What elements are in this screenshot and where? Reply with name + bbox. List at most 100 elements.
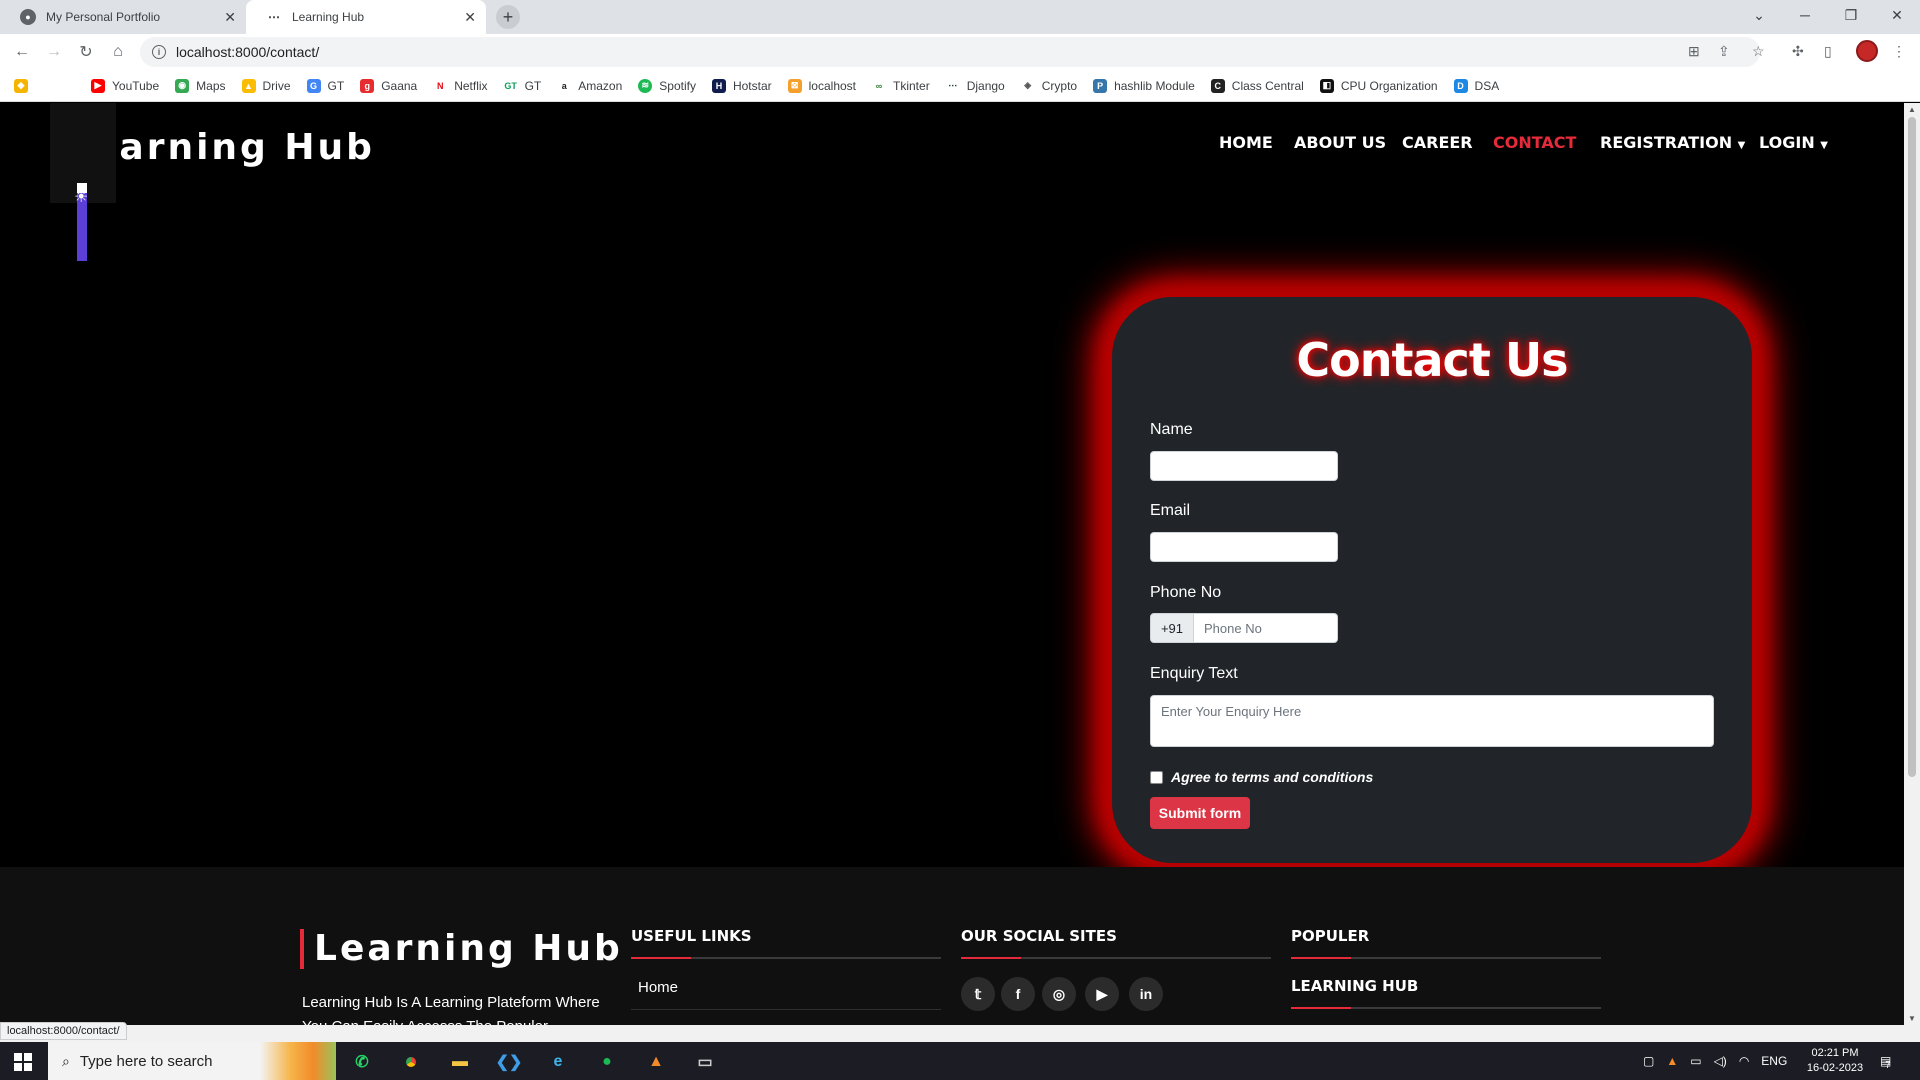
close-tab-icon[interactable]: ✕ (464, 9, 476, 26)
wifi-icon[interactable]: ◠ (1739, 1054, 1749, 1068)
new-tab-button[interactable]: + (496, 5, 520, 29)
scroll-down-icon[interactable]: ▼ (1908, 1014, 1916, 1023)
reload-icon[interactable]: ↻ (74, 40, 98, 64)
bookmark-label: hashlib Module (1114, 78, 1195, 93)
horizontal-scrollbar[interactable] (0, 1025, 1920, 1042)
windows-start-icon[interactable] (14, 1053, 32, 1071)
tab-search-icon[interactable]: ⌄ (1736, 0, 1782, 30)
submit-button[interactable]: Submit form (1150, 797, 1250, 829)
language-indicator[interactable]: ENG (1761, 1054, 1787, 1068)
bookmark-class-central[interactable]: C Class Central (1210, 78, 1304, 93)
instagram-icon[interactable]: ◎ (1042, 977, 1076, 1011)
netflix-icon: N (433, 78, 448, 93)
bookmark-gaana[interactable]: g Gaana (360, 78, 417, 93)
bookmark-cpu-organization[interactable]: ◧ CPU Organization (1319, 78, 1438, 93)
address-bar[interactable]: i localhost:8000/contact/ (140, 37, 1760, 67)
tray-icons: ▢ ▲ ▭ ◁) ◠ ENG (1643, 1042, 1787, 1080)
bookmark-localhost[interactable]: ⊠ localhost (787, 78, 856, 93)
bookmark-netflix[interactable]: N Netflix (433, 78, 488, 93)
site-logo[interactable]: earning Hub (92, 127, 375, 168)
vlc-tray-icon[interactable]: ▲ (1666, 1054, 1678, 1068)
vertical-scrollbar[interactable]: ▲ ▼ (1904, 103, 1920, 1025)
extensions-icon[interactable]: ✣ (1792, 43, 1804, 60)
enquiry-textarea[interactable]: Enter Your Enquiry Here (1150, 695, 1714, 747)
nav-contact[interactable]: CONTACT (1493, 133, 1576, 152)
forward-icon[interactable]: → (42, 40, 66, 64)
bookmark-youtube[interactable]: ▶ YouTube (91, 78, 159, 93)
youtube-icon[interactable]: ▶ (1085, 977, 1119, 1011)
name-input[interactable] (1150, 451, 1338, 481)
bookmark-gt[interactable]: G GT (306, 78, 344, 93)
nav-career[interactable]: CAREER (1402, 133, 1473, 152)
vlc-icon[interactable]: ▲ (640, 1046, 672, 1078)
twitter-icon[interactable]: 𝕥 (961, 977, 995, 1011)
nav-login-label: LOGIN (1759, 133, 1815, 152)
django-icon: ⋯ (945, 78, 960, 93)
agree-checkbox[interactable] (1150, 770, 1163, 784)
nav-home[interactable]: HOME (1219, 133, 1273, 152)
back-icon[interactable]: ← (10, 40, 34, 64)
bookmark-star-icon[interactable]: ☆ (1752, 43, 1765, 60)
nav-registration[interactable]: REGISTRATION ▼ (1600, 133, 1745, 152)
scroll-up-icon[interactable]: ▲ (1908, 105, 1916, 114)
notification-center[interactable]: ▤ 7 (1880, 1042, 1891, 1080)
menu-icon[interactable]: ⋮ (1892, 43, 1906, 60)
volume-icon[interactable]: ◁) (1714, 1054, 1727, 1068)
profile-avatar[interactable] (1856, 40, 1878, 62)
minimize-button[interactable]: ─ (1782, 0, 1828, 30)
home-icon[interactable]: ⌂ (106, 40, 130, 64)
chrome-icon[interactable] (395, 1046, 427, 1078)
bookmark-dsa[interactable]: D DSA (1453, 78, 1499, 93)
scrollbar-thumb[interactable] (1908, 117, 1916, 777)
nav-about-us[interactable]: ABOUT US (1294, 133, 1386, 152)
tab-my-personal-portfolio[interactable]: ● My Personal Portfolio ✕ (0, 0, 246, 34)
localhost-icon: ⊠ (787, 78, 802, 93)
taskbar-search[interactable]: ⌕ Type here to search (48, 1042, 336, 1080)
bookmark-hashlib[interactable]: Phashlib Module (1093, 78, 1195, 93)
email-input[interactable] (1150, 532, 1338, 562)
whatsapp-icon[interactable]: ✆ (346, 1046, 378, 1078)
bookmark-hotstar[interactable]: H Hotstar (711, 78, 772, 93)
battery-icon[interactable]: ▭ (1690, 1054, 1701, 1068)
bookmark-label: Spotify (659, 78, 696, 93)
vscode-icon[interactable]: ❮❯ (493, 1046, 525, 1078)
terminal-icon[interactable]: ▭ (689, 1046, 721, 1078)
bookmark-django[interactable]: ⋯ Django (945, 78, 1005, 93)
file-explorer-icon[interactable]: ▬ (444, 1046, 476, 1078)
bookmark-label: Maps (196, 78, 226, 93)
agree-terms[interactable]: Agree to terms and conditions (1150, 769, 1373, 785)
bookmark-amazon[interactable]: a Amazon (557, 78, 622, 93)
notification-count: 7 (1885, 1060, 1891, 1070)
close-window-button[interactable]: ✕ (1874, 0, 1920, 30)
side-panel-icon[interactable]: ▯ (1824, 43, 1832, 60)
bookmark-label: CPU Organization (1340, 78, 1438, 93)
theme-toggle[interactable]: ☀ (50, 103, 116, 261)
close-tab-icon[interactable]: ✕ (224, 9, 236, 26)
footer-description: Learning Hub Is A Learning Plateform Whe… (302, 994, 600, 1025)
taskbar-clock[interactable]: 02:21 PM 16-02-2023 (1800, 1046, 1870, 1076)
translate-icon[interactable]: ⊞ (1688, 43, 1700, 60)
bookmark-spotify[interactable]: ≋ Spotify (638, 78, 696, 93)
linkedin-icon[interactable]: in (1129, 977, 1163, 1011)
browser-toolbar: ← → ↻ ⌂ i localhost:8000/contact/ ⊞ ⇪ ☆ … (0, 34, 1920, 70)
edge-icon[interactable]: e (542, 1046, 574, 1078)
nav-login[interactable]: LOGIN ▼ (1759, 133, 1828, 152)
bookmark-tkinter[interactable]: ∞ Tkinter (872, 78, 930, 93)
dsa-icon: D (1453, 78, 1468, 93)
bookmark-drive[interactable]: ▲ Drive (241, 78, 291, 93)
bookmark-gt-2[interactable]: GT GT (503, 78, 541, 93)
bookmark-apps[interactable]: ◆ (14, 78, 35, 93)
bookmark-crypto[interactable]: ◈ Crypto (1020, 78, 1077, 93)
spotify-icon[interactable]: ● (591, 1046, 623, 1078)
facebook-icon[interactable]: f (1001, 977, 1035, 1011)
footer-link-home[interactable]: Home (638, 979, 678, 996)
phone-input[interactable]: Phone No (1194, 613, 1338, 643)
bookmark-maps[interactable]: ◉ Maps (175, 78, 226, 93)
footer-logo[interactable]: Learning Hub (300, 929, 623, 969)
site-info-icon[interactable]: i (152, 45, 166, 59)
restore-button[interactable]: ❐ (1828, 0, 1874, 30)
meet-now-icon[interactable]: ▢ (1643, 1054, 1654, 1068)
tab-learning-hub[interactable]: ⋯ Learning Hub ✕ (246, 0, 486, 34)
share-icon[interactable]: ⇪ (1718, 43, 1730, 60)
youtube-icon: ▶ (91, 78, 105, 93)
